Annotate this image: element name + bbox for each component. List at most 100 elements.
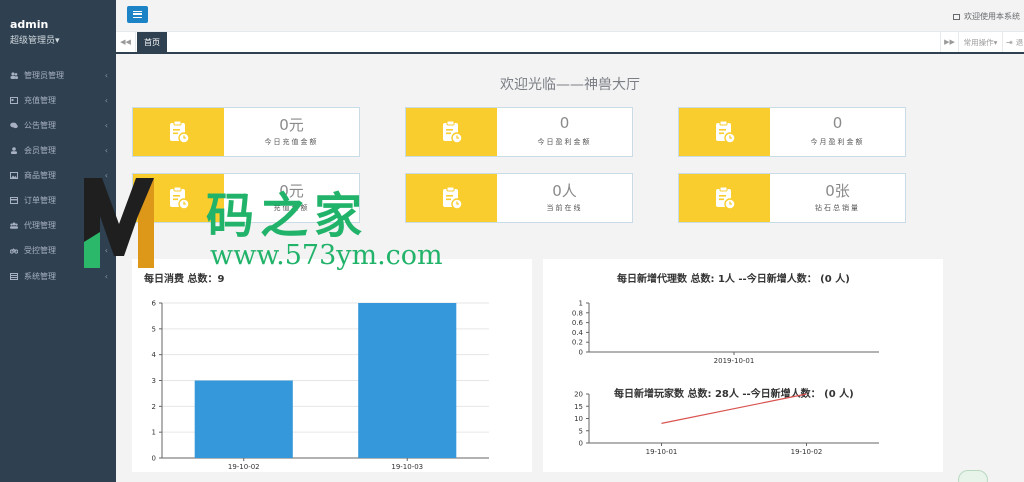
clipboard-clock-icon: [169, 186, 190, 210]
image-icon: [10, 171, 18, 179]
clipboard-clock-icon: [169, 120, 190, 144]
sidebar-item-label: 订单管理: [24, 195, 56, 205]
menu-toggle-button[interactable]: [127, 6, 148, 23]
card-icon-area: [679, 174, 770, 222]
bicycle-icon: [9, 247, 19, 254]
sidebar-item-label: 商品管理: [24, 170, 56, 180]
floating-chat-badge[interactable]: [958, 470, 988, 482]
chevron-left-icon: ‹: [104, 70, 108, 80]
y-tick-label: 6: [152, 300, 157, 308]
daily-consumption-chart: 0 1 2 3 4 5 6 19-10-02 19-10-03: [152, 300, 489, 471]
stat-label: 当前在线: [546, 204, 583, 212]
table-icon: [10, 272, 18, 280]
clipboard-clock-icon: [442, 186, 463, 210]
card-icon-area: [406, 174, 497, 222]
welcome-text: 欢迎使用本系统: [964, 12, 1020, 21]
users-icon: [10, 71, 18, 79]
common-operations-dropdown[interactable]: 常用操作▾: [958, 32, 1002, 52]
watermark-url: www.573ym.com: [210, 240, 443, 271]
sidebar-item-label: 会员管理: [24, 145, 56, 155]
stat-card-month-profit: 0 今月盈利金额: [678, 107, 906, 157]
x-tick-label: 19-10-03: [391, 463, 423, 471]
daily-consumption-panel: 每日消费 总数：9 0 1 2 3 4 5 6 19-10-02 19-10-03: [132, 259, 532, 472]
clipboard-clock-icon: [442, 120, 463, 144]
y-tick-label: 5: [152, 325, 156, 333]
stat-value: 0张: [825, 182, 850, 200]
y-tick-label: 0.8: [572, 309, 583, 317]
card-icon: [10, 96, 18, 104]
stat-card-diamond-sales: 0张 钻石总销量: [678, 173, 906, 223]
sidebar-item-member[interactable]: 会员管理 ‹: [0, 138, 116, 162]
stat-card-today-profit: 0 今日盈利金额: [405, 107, 633, 157]
y-tick-label: 1: [579, 300, 583, 308]
stat-label: 今日盈利金额: [537, 138, 592, 146]
stat-label: 今日充值金额: [264, 138, 319, 146]
stat-label: 今月盈利金额: [810, 138, 865, 146]
exit-label: 退: [1015, 37, 1024, 47]
sidebar-item-label: 代理管理: [24, 220, 56, 230]
new-agents-players-chart: 00.20.40.60.812019-10-010510152019-10-01…: [572, 300, 879, 456]
x-tick-label: 19-10-02: [228, 463, 260, 471]
bar: [194, 380, 293, 458]
sidebar-item-label: 公告管理: [24, 120, 56, 130]
user-role-dropdown[interactable]: 超级管理员▾: [10, 33, 116, 46]
chevron-left-icon: ‹: [104, 95, 108, 105]
y-tick-label: 5: [579, 427, 583, 435]
y-tick-label: 0.2: [572, 339, 583, 347]
x-tick-label: 19-10-02: [791, 448, 823, 456]
exit-button[interactable]: ⇥ 退: [1002, 32, 1024, 52]
chevron-left-icon: ‹: [104, 271, 108, 281]
tab-home[interactable]: 首页: [137, 32, 167, 52]
m-logo-watermark: [84, 178, 154, 268]
backward-icon: ◀◀: [120, 38, 131, 46]
sidebar-item-recharge[interactable]: 充值管理 ‹: [0, 88, 116, 112]
chevron-left-icon: ‹: [104, 145, 108, 155]
welcome-message: 欢迎使用本系统: [953, 11, 1020, 22]
y-tick-label: 2: [152, 403, 156, 411]
y-tick-label: 10: [574, 415, 583, 423]
tabs-bar: ◀◀ 首页 ▶▶ 常用操作▾ ⇥ 退: [116, 32, 1024, 54]
sign-out-icon: ⇥: [1006, 37, 1013, 47]
stat-value: 0: [832, 114, 843, 132]
tab-scroll-left-button[interactable]: ◀◀: [116, 32, 136, 52]
card-icon-area: [679, 108, 770, 156]
user-icon: [10, 146, 18, 154]
monitor-icon: [953, 13, 960, 20]
user-profile[interactable]: admin 超级管理员▾: [0, 0, 116, 58]
credit-card-icon: [10, 196, 18, 204]
group-icon: [10, 222, 18, 229]
username: admin: [10, 18, 49, 31]
y-tick-label: 0: [579, 349, 583, 357]
stat-value: 0人: [552, 182, 577, 200]
clipboard-clock-icon: [715, 120, 736, 144]
y-tick-label: 0.4: [572, 329, 584, 337]
sidebar-item-announcement[interactable]: 公告管理 ‹: [0, 113, 116, 137]
card-icon-area: [133, 108, 224, 156]
new-agents-players-panel: 每日新增代理数 总数: 1人 --今日新增人数： (0 人) 每日新增玩家数 总…: [543, 259, 943, 472]
series-line: [661, 393, 807, 424]
card-icon-area: [406, 108, 497, 156]
y-tick-label: 1: [152, 429, 156, 437]
stat-value: 0: [559, 114, 570, 132]
sidebar-item-label: 系统管理: [24, 271, 56, 281]
stat-card-today-recharge: 0元 今日充值金额: [132, 107, 360, 157]
x-tick-label: 2019-10-01: [714, 357, 755, 365]
sidebar-item-label: 受控管理: [24, 245, 56, 255]
sidebar-item-label: 管理员管理: [24, 70, 64, 80]
clipboard-clock-icon: [715, 186, 736, 210]
y-tick-label: 3: [152, 377, 156, 385]
forward-icon: ▶▶: [944, 38, 955, 46]
y-tick-label: 0: [579, 440, 583, 448]
y-tick-label: 4: [152, 351, 157, 359]
y-tick-label: 15: [574, 403, 583, 411]
y-tick-label: 20: [574, 391, 583, 399]
top-header: 欢迎使用本系统: [116, 0, 1024, 32]
sidebar-item-admin-management[interactable]: 管理员管理 ‹: [0, 63, 116, 87]
hamburger-icon: [133, 11, 142, 18]
stat-card-online: 0人 当前在线: [405, 173, 633, 223]
page-title: 欢迎光临——神兽大厅: [500, 77, 640, 93]
chevron-left-icon: ‹: [104, 120, 108, 130]
sidebar-item-label: 充值管理: [24, 95, 56, 105]
tab-scroll-right-button[interactable]: ▶▶: [940, 32, 958, 52]
watermark-text: 码之家: [206, 188, 369, 244]
